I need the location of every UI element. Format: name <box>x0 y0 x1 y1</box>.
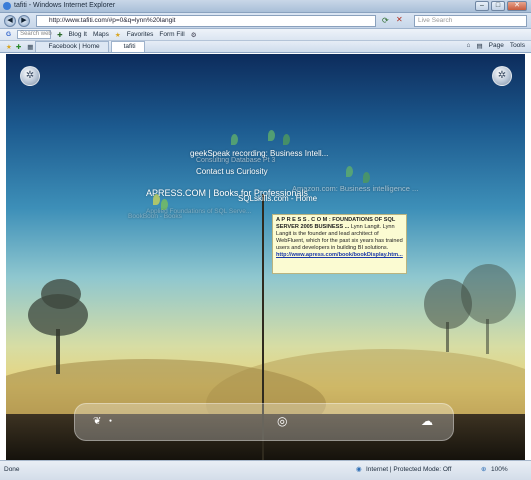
google-icon[interactable]: G <box>6 31 11 38</box>
minimize-button[interactable]: – <box>475 1 489 11</box>
dot-icon: ● <box>109 418 113 424</box>
cloud-icon[interactable]: ☁ <box>421 414 433 428</box>
silhouette-tree-crown <box>41 279 81 309</box>
search-orb-left[interactable]: ✲ <box>20 66 40 86</box>
live-search-input[interactable]: Live Search <box>414 15 527 27</box>
address-bar: ◀ ▶ http://www.tafiti.com/#p=0&q=lynn%20… <box>0 13 531 29</box>
result-title[interactable]: Applied Foundations of SQL Serve... <box>146 208 251 215</box>
url-text: http://www.tafiti.com/#p=0&q=lynn%20lang… <box>49 17 176 24</box>
tooltip-link[interactable]: http://www.apress.com/book/bookDisplay.h… <box>276 252 403 259</box>
leaf-icon <box>283 134 290 145</box>
zone-text: Internet | Protected Mode: Off <box>366 466 452 473</box>
shelf-dock: ❦ ● ◎ ☁ <box>74 403 454 441</box>
toolbar-search-input[interactable]: Search web <box>17 30 52 39</box>
close-button[interactable]: ✕ <box>507 1 527 11</box>
tab-facebook-label: Facebook | Home <box>48 43 100 50</box>
tools-menu[interactable]: Tools <box>510 42 525 50</box>
toolbar-maps[interactable]: Maps <box>93 31 109 38</box>
leaf-icon <box>363 172 370 183</box>
maximize-button[interactable]: □ <box>491 1 505 11</box>
url-input[interactable]: http://www.tafiti.com/#p=0&q=lynn%20lang… <box>36 15 376 27</box>
leaf-icon <box>346 166 353 177</box>
home-icon[interactable]: ⌂ <box>467 42 471 50</box>
silhouette-tree <box>461 264 516 324</box>
result-title[interactable]: Amazon.com: Business intelligence ... <box>292 184 418 193</box>
add-favorites-icon[interactable]: ✚ <box>16 43 21 51</box>
status-text: Done <box>4 466 20 473</box>
silhouette-tree-trunk <box>446 322 449 352</box>
tab-tafiti[interactable]: tafiti <box>110 41 145 52</box>
print-icon[interactable]: ▤ <box>476 42 482 50</box>
tafiti-canvas: ✲ ✲ geekSpeak recording: Business Intell… <box>6 54 525 460</box>
zoom-icon[interactable]: ⊕ <box>481 465 486 473</box>
page-menu[interactable]: Page <box>489 42 504 50</box>
back-button[interactable]: ◀ <box>4 15 16 27</box>
result-title[interactable]: SQLskills.com - Home <box>238 194 317 203</box>
forward-button[interactable]: ▶ <box>18 15 30 27</box>
command-bar: ⌂ ▤ Page Tools <box>467 42 525 50</box>
refresh-icon[interactable]: ⟳ <box>382 16 389 25</box>
globe-icon: ◉ <box>356 466 362 473</box>
toolbar-form-fill[interactable]: Form Fill <box>159 31 184 38</box>
links-toolbar: G Search web ✚ Blog It Maps ★ Favorites … <box>0 29 531 41</box>
live-search-placeholder: Live Search <box>418 17 453 24</box>
zoom-level[interactable]: 100% <box>491 466 508 473</box>
quick-tabs-icon[interactable]: ▦ <box>27 43 33 51</box>
ie-logo-icon <box>3 2 11 10</box>
stop-icon[interactable]: ✕ <box>396 15 403 24</box>
leaf-icon <box>231 134 238 145</box>
toolbar-favorites[interactable]: Favorites <box>127 31 154 38</box>
leaf-icon <box>268 130 275 141</box>
tabs-bar: ★ ✚ ▦ Facebook | Home tafiti ⌂ ▤ Page To… <box>0 41 531 53</box>
target-icon[interactable]: ◎ <box>277 414 287 428</box>
search-orb-right[interactable]: ✲ <box>492 66 512 86</box>
tab-facebook[interactable]: Facebook | Home <box>35 41 109 52</box>
window-title: tafiti - Windows Internet Explorer <box>14 2 116 9</box>
star-icon[interactable]: ★ <box>115 31 121 39</box>
silhouette-tree-trunk <box>486 319 489 354</box>
status-bar: Done ◉ Internet | Protected Mode: Off ⊕ … <box>0 460 531 480</box>
window-controls: – □ ✕ <box>475 1 527 11</box>
title-bar: tafiti - Windows Internet Explorer – □ ✕ <box>0 0 531 13</box>
bird-icon[interactable]: ❦ <box>93 416 101 427</box>
favorites-star-icon[interactable]: ★ <box>6 43 12 51</box>
silhouette-tree-trunk <box>56 329 60 374</box>
toolbar-go-icon[interactable]: ✚ <box>57 31 62 39</box>
result-preview-tooltip: A P R E S S . C O M : FOUNDATIONS OF SQL… <box>272 214 407 274</box>
toolbar-blog-it[interactable]: Blog It <box>69 31 87 38</box>
settings-icon[interactable]: ⚙ <box>191 31 197 39</box>
result-title[interactable]: Consulting Database Pt 3 <box>196 157 275 164</box>
result-title[interactable]: Contact us Curiosity <box>196 167 268 176</box>
toolbar-search-placeholder: Search web <box>20 31 52 37</box>
tab-tafiti-label: tafiti <box>123 43 136 50</box>
